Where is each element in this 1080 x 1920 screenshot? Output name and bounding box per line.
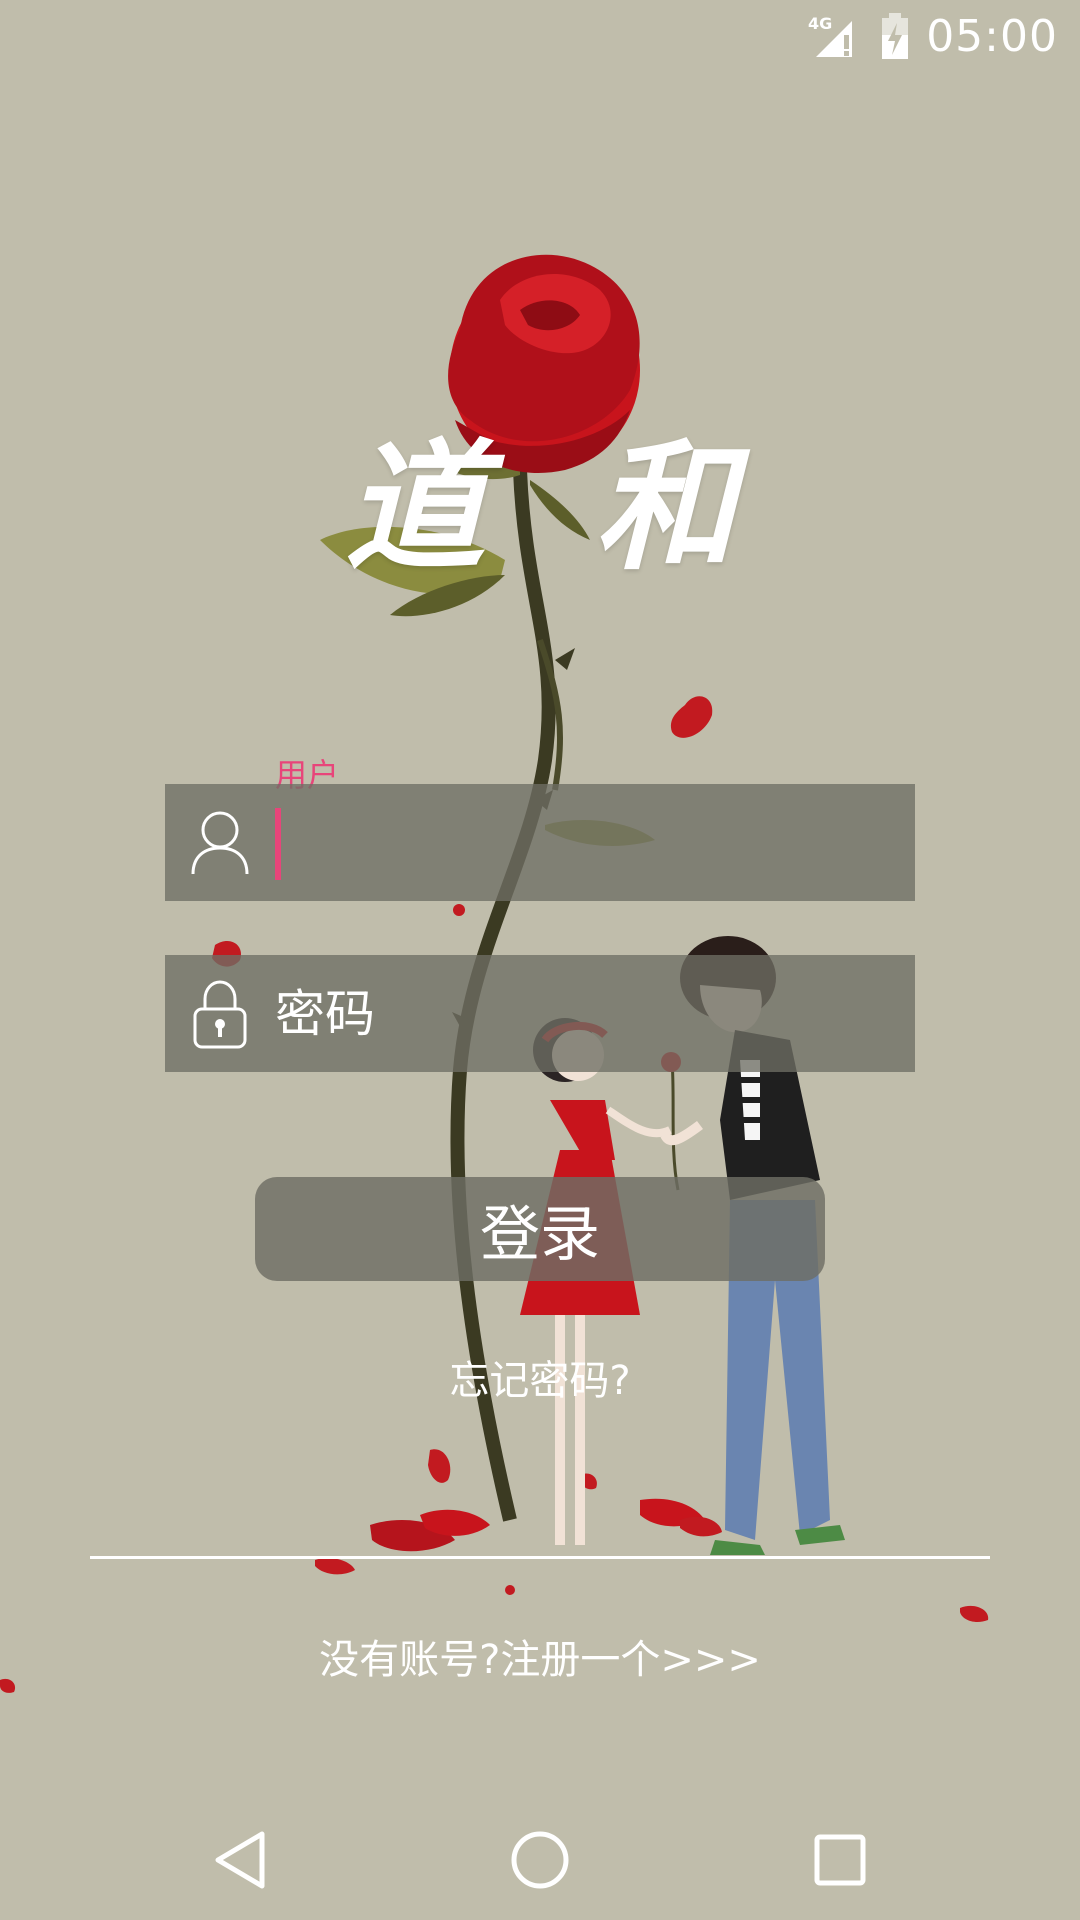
username-field[interactable] [165,784,915,901]
password-field[interactable] [165,955,915,1072]
battery-charging-icon [882,13,909,59]
svg-text:4G: 4G [808,14,832,33]
status-bar: 4G 05:00 [0,0,1080,72]
status-time: 05:00 [926,10,1058,62]
status-icons: 4G 05:00 [808,10,1058,62]
signal-4g-icon: 4G [808,14,853,57]
navigation-bar [0,1800,1080,1920]
circle-home-icon [511,1831,569,1889]
back-button[interactable] [190,1814,290,1906]
square-recents-icon [814,1834,866,1886]
password-input[interactable] [275,955,895,1072]
divider [90,1556,990,1559]
user-icon [191,811,249,875]
home-button[interactable] [490,1814,590,1906]
lock-icon [193,980,247,1049]
recents-button[interactable] [790,1814,890,1906]
text-cursor [275,808,281,880]
register-link[interactable]: 没有账号?注册一个>>> [0,1627,1080,1685]
username-input[interactable] [295,784,915,901]
login-button[interactable]: 登录 [255,1177,825,1281]
brand-title: 道和 [344,426,845,590]
forgot-password-link[interactable]: 忘记密码? [0,1348,1080,1406]
triangle-back-icon [215,1831,265,1889]
